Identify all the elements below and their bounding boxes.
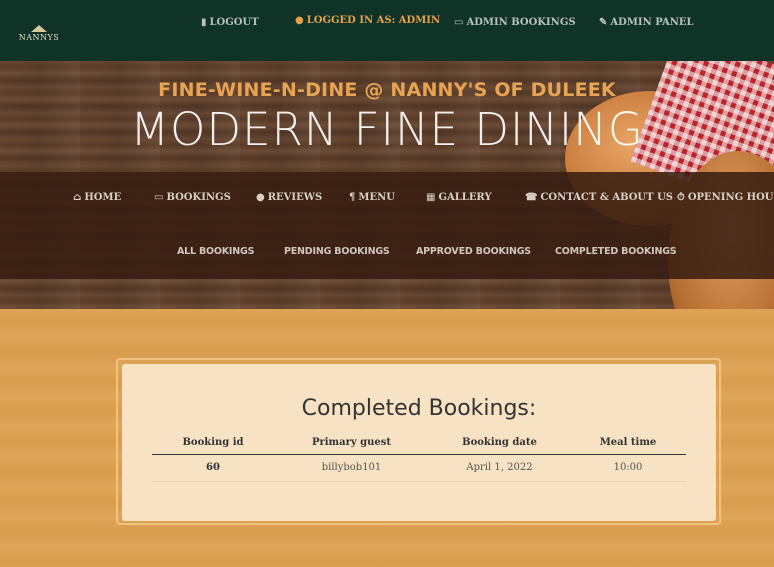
col-booking-date: Booking date <box>429 434 570 455</box>
nav-bookings-label: BOOKINGS <box>166 192 231 203</box>
pencil-icon: ✎ <box>599 17 608 28</box>
nav-menu[interactable]: ¶ MENU <box>349 192 395 203</box>
bookings-table: Booking id Primary guest Booking date Me… <box>152 434 686 482</box>
subnav-all-bookings[interactable]: ALL BOOKINGS <box>177 246 254 257</box>
subnav-approved-bookings[interactable]: APPROVED BOOKINGS <box>416 246 531 257</box>
nav-home[interactable]: ⌂ HOME <box>73 192 121 203</box>
speech-bubble-icon: ● <box>256 192 265 203</box>
logout-label: LOGOUT <box>209 17 259 28</box>
nav-menu-label: MENU <box>358 192 395 203</box>
top-bar: NANNYS ▮ LOGOUT ● LOGGED IN AS: ADMIN ▭ … <box>0 0 774 61</box>
logo-text: NANNYS <box>18 33 60 42</box>
admin-panel-label: ADMIN PANEL <box>610 17 694 28</box>
book-icon: ▭ <box>154 192 164 203</box>
nav-reviews[interactable]: ● REVIEWS <box>256 192 322 203</box>
logged-in-label: LOGGED IN AS: ADMIN <box>306 15 441 26</box>
nav-reviews-label: REVIEWS <box>267 192 323 203</box>
col-booking-id: Booking id <box>152 434 274 455</box>
door-exit-icon: ▮ <box>201 17 207 28</box>
nav-bookings[interactable]: ▭ BOOKINGS <box>154 192 231 203</box>
nav-gallery[interactable]: ▦ GALLERY <box>426 192 492 203</box>
logged-in-user-link[interactable]: ● LOGGED IN AS: ADMIN <box>295 15 440 26</box>
cell-meal-time: 10:00 <box>570 454 686 482</box>
subnav-pending-bookings[interactable]: PENDING BOOKINGS <box>284 246 390 257</box>
cell-primary-guest: billybob101 <box>274 454 429 482</box>
logout-link[interactable]: ▮ LOGOUT <box>201 17 259 28</box>
hero-subtitle: FINE-WINE-N-DINE @ NANNY'S OF DULEEK <box>158 79 616 101</box>
completed-bookings-card: Completed Bookings: Booking id Primary g… <box>122 364 716 521</box>
nav-home-label: HOME <box>84 192 122 203</box>
nav-gallery-label: GALLERY <box>438 192 492 203</box>
book-icon: ▭ <box>454 17 464 28</box>
nav-contact-label: CONTACT & ABOUT US <box>540 192 674 203</box>
admin-panel-link[interactable]: ✎ ADMIN PANEL <box>599 17 694 28</box>
nav-contact[interactable]: ☎ CONTACT & ABOUT US <box>525 192 673 203</box>
images-icon: ▦ <box>426 192 436 203</box>
cell-booking-id: 60 <box>152 454 274 482</box>
admin-bookings-label: ADMIN BOOKINGS <box>466 17 576 28</box>
subnav-completed-bookings[interactable]: COMPLETED BOOKINGS <box>555 246 677 257</box>
hero-banner: FINE-WINE-N-DINE @ NANNY'S OF DULEEK MOD… <box>0 61 774 309</box>
nav-opening-hours[interactable]: ⏱ OPENING HOURS <box>677 192 774 203</box>
col-primary-guest: Primary guest <box>274 434 429 455</box>
table-row: 60 billybob101 April 1, 2022 10:00 <box>152 454 686 482</box>
nav-opening-hours-label: OPENING HOURS <box>687 192 774 203</box>
logo-roof-icon <box>31 25 47 32</box>
cutlery-icon: ¶ <box>349 192 356 203</box>
hero-title: MODERN FINE DINING <box>130 103 644 156</box>
admin-bookings-link[interactable]: ▭ ADMIN BOOKINGS <box>454 17 576 28</box>
main-nav: ⌂ HOME ▭ BOOKINGS ● REVIEWS ¶ MENU ▦ GAL… <box>0 172 774 279</box>
col-meal-time: Meal time <box>570 434 686 455</box>
logo[interactable]: NANNYS <box>18 25 60 42</box>
clock-icon: ⏱ <box>677 192 685 203</box>
home-icon: ⌂ <box>73 192 82 203</box>
phone-icon: ☎ <box>525 192 538 203</box>
cell-booking-date: April 1, 2022 <box>429 454 570 482</box>
card-title: Completed Bookings: <box>301 396 537 421</box>
table-header-row: Booking id Primary guest Booking date Me… <box>152 434 686 455</box>
user-icon: ● <box>295 15 304 26</box>
